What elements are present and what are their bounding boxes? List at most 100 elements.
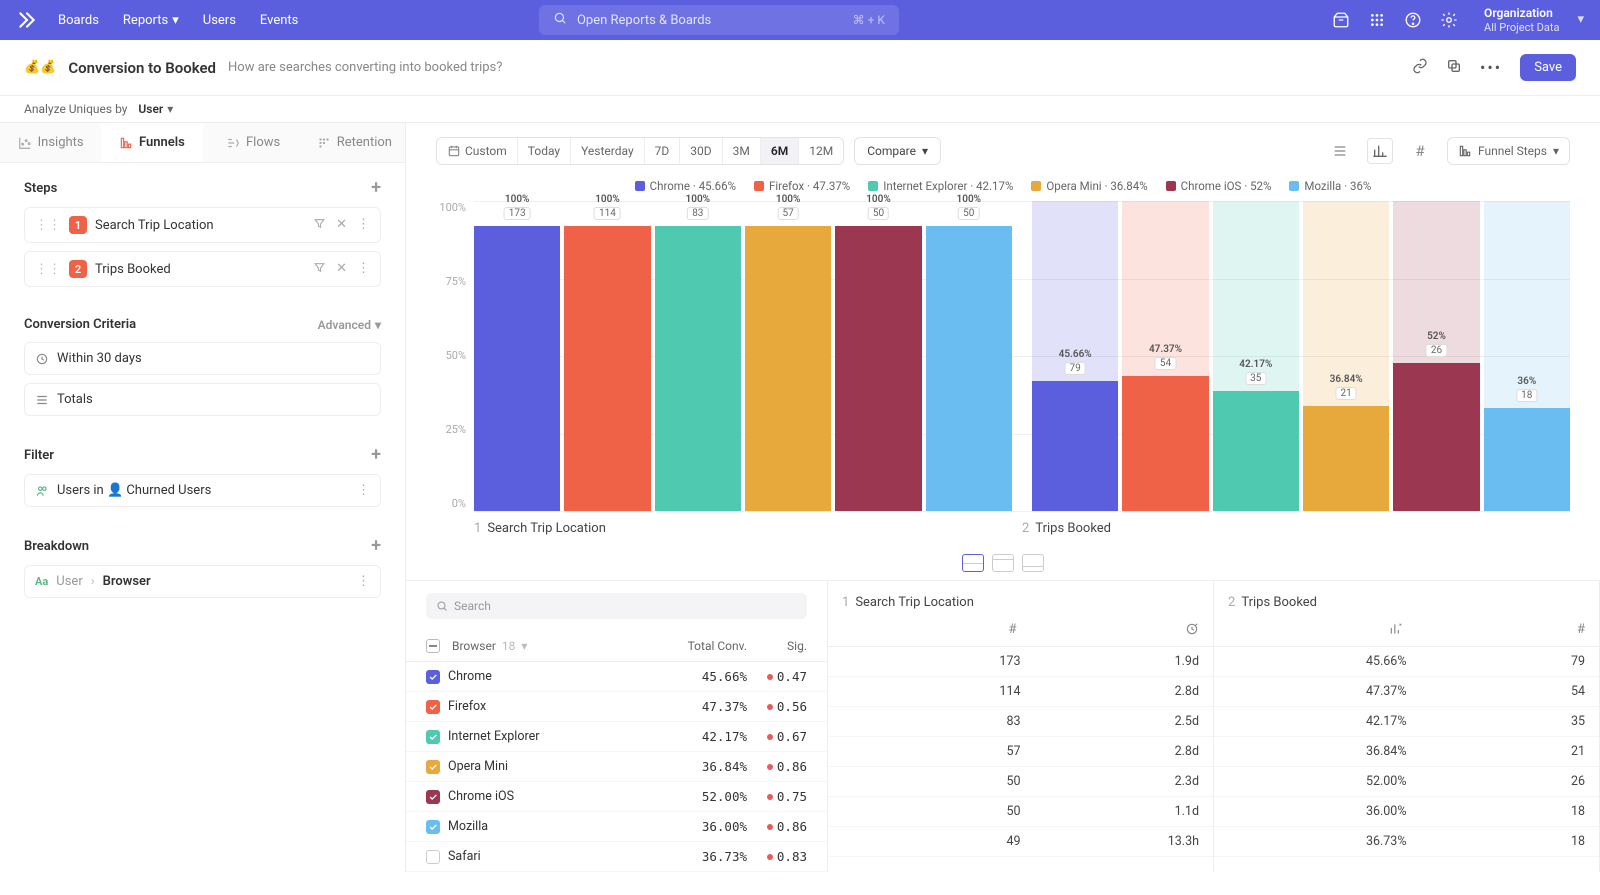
nav-boards[interactable]: Boards [58, 13, 99, 28]
range-12m[interactable]: 12M [799, 138, 843, 164]
legend-item[interactable]: Internet Explorer · 42.17% [868, 179, 1013, 193]
copy-icon[interactable] [1446, 58, 1462, 78]
more-icon[interactable]: ⋮ [357, 261, 370, 278]
settings-icon[interactable] [1440, 11, 1458, 29]
nav-events[interactable]: Events [260, 13, 298, 28]
inbox-icon[interactable] [1332, 11, 1350, 29]
compare-button[interactable]: Compare ▾ [854, 137, 941, 165]
breakdown-header: Breakdown + [24, 537, 381, 555]
range-3m[interactable]: 3M [723, 138, 761, 164]
org-selector[interactable]: Organization All Project Data [1484, 6, 1559, 34]
remove-icon[interactable]: ✕ [336, 217, 347, 234]
step1-row: 1142.8d [828, 677, 1213, 707]
table-row[interactable]: Safari 36.73% 0.83 [406, 842, 827, 872]
table-row[interactable]: Chrome iOS 52.00% 0.75 [406, 782, 827, 812]
range-yesterday[interactable]: Yesterday [571, 138, 645, 164]
filter-icon[interactable] [313, 217, 326, 234]
analyze-bar[interactable]: Analyze Uniques by User ▾ [0, 96, 1600, 123]
bar-step1[interactable]: 100%50 [835, 201, 921, 511]
range-custom[interactable]: Custom [437, 138, 518, 164]
view-split[interactable] [962, 554, 984, 572]
bar-view-icon[interactable] [1367, 138, 1393, 164]
legend-item[interactable]: Firefox · 47.37% [754, 179, 850, 193]
table-row[interactable]: Firefox 47.37% 0.56 [406, 692, 827, 722]
add-step-button[interactable]: + [371, 179, 381, 197]
bar-step1[interactable]: 100%114 [564, 201, 650, 511]
tab-funnels[interactable]: Funnels [101, 123, 202, 162]
browser-column-header[interactable]: Browser 18 ▾ [426, 639, 657, 653]
table-search[interactable]: Search [426, 593, 807, 619]
results-table: Search Browser 18 ▾ Total Conv. Sig. Chr… [406, 580, 1600, 872]
more-icon[interactable]: ••• [1480, 58, 1502, 77]
legend-item[interactable]: Opera Mini · 36.84% [1031, 179, 1147, 193]
tab-flows[interactable]: Flows [203, 123, 304, 162]
list-view-icon[interactable] [1327, 138, 1353, 164]
row-checkbox[interactable] [426, 850, 440, 864]
step1-row: 502.3d [828, 767, 1213, 797]
more-icon[interactable]: ⋮ [357, 217, 370, 234]
tab-insights[interactable]: Insights [0, 123, 101, 162]
nav-users[interactable]: Users [203, 13, 236, 28]
legend-item[interactable]: Mozilla · 36% [1289, 179, 1371, 193]
app-logo[interactable] [16, 9, 38, 31]
conversion-window[interactable]: Within 30 days [24, 342, 381, 375]
link-icon[interactable] [1412, 58, 1428, 78]
range-30d[interactable]: 30D [680, 138, 722, 164]
breakdown-item[interactable]: Aa User › Browser ⋮ [24, 565, 381, 598]
breakdown-more-icon[interactable]: ⋮ [357, 574, 370, 589]
totals-option[interactable]: Totals [24, 383, 381, 416]
range-6m[interactable]: 6M [761, 138, 799, 164]
bar-step1[interactable]: 100%50 [926, 201, 1012, 511]
pct-icon [1228, 622, 1403, 640]
bar-step1[interactable]: 100%57 [745, 201, 831, 511]
global-search[interactable]: Open Reports & Boards ⌘ + K [539, 5, 899, 35]
step-item[interactable]: ⋮⋮ 1 Search Trip Location ✕ ⋮ [24, 207, 381, 243]
row-checkbox[interactable] [426, 790, 440, 804]
legend-item[interactable]: Chrome · 45.66% [635, 179, 736, 193]
add-breakdown-button[interactable]: + [371, 537, 381, 555]
table-row[interactable]: Opera Mini 36.84% 0.86 [406, 752, 827, 782]
chart-step-1-label: 1Search Trip Location [474, 511, 1022, 546]
bar-step1[interactable]: 100%83 [655, 201, 741, 511]
range-today[interactable]: Today [518, 138, 571, 164]
view-bottom[interactable] [1022, 554, 1044, 572]
table-row[interactable]: Mozilla 36.00% 0.86 [406, 812, 827, 842]
bar-step2[interactable]: 42.17%35 [1213, 201, 1299, 511]
row-checkbox[interactable] [426, 760, 440, 774]
filter-more-icon[interactable]: ⋮ [357, 483, 370, 498]
step2-row: 36.84%21 [1214, 737, 1599, 767]
help-icon[interactable] [1404, 11, 1422, 29]
add-filter-button[interactable]: + [371, 446, 381, 464]
step2-row: 36.00%18 [1214, 797, 1599, 827]
step-item[interactable]: ⋮⋮ 2 Trips Booked ✕ ⋮ [24, 251, 381, 287]
row-checkbox[interactable] [426, 820, 440, 834]
bar-step1[interactable]: 100%173 [474, 201, 560, 511]
save-button[interactable]: Save [1520, 54, 1576, 81]
bar-step2[interactable]: 52%26 [1393, 201, 1479, 511]
search-placeholder: Open Reports & Boards [577, 13, 711, 28]
table-view-toggle [406, 546, 1600, 580]
advanced-link[interactable]: Advanced ▾ [318, 318, 381, 332]
bar-step2[interactable]: 45.66%79 [1032, 201, 1118, 511]
remove-icon[interactable]: ✕ [336, 261, 347, 278]
filter-item[interactable]: Users in 👤 Churned Users ⋮ [24, 474, 381, 507]
tab-retention[interactable]: Retention [304, 123, 405, 162]
filter-icon[interactable] [313, 261, 326, 278]
range-7d[interactable]: 7D [645, 138, 681, 164]
row-checkbox[interactable] [426, 700, 440, 714]
top-nav: Boards Reports▾ Users Events Open Report… [0, 0, 1600, 40]
view-top[interactable] [992, 554, 1014, 572]
number-view-icon[interactable]: # [1407, 138, 1433, 164]
bar-step2[interactable]: 47.37%54 [1122, 201, 1208, 511]
row-checkbox[interactable] [426, 670, 440, 684]
step1-row: 1731.9d [828, 647, 1213, 677]
table-row[interactable]: Chrome 45.66% 0.47 [406, 662, 827, 692]
apps-icon[interactable] [1368, 11, 1386, 29]
bar-step2[interactable]: 36.84%21 [1303, 201, 1389, 511]
nav-reports[interactable]: Reports▾ [123, 13, 179, 28]
funnel-steps-dropdown[interactable]: Funnel Steps ▾ [1447, 137, 1570, 165]
row-checkbox[interactable] [426, 730, 440, 744]
bar-step2[interactable]: 36%18 [1484, 201, 1570, 511]
table-row[interactable]: Internet Explorer 42.17% 0.67 [406, 722, 827, 752]
legend-item[interactable]: Chrome iOS · 52% [1166, 179, 1272, 193]
